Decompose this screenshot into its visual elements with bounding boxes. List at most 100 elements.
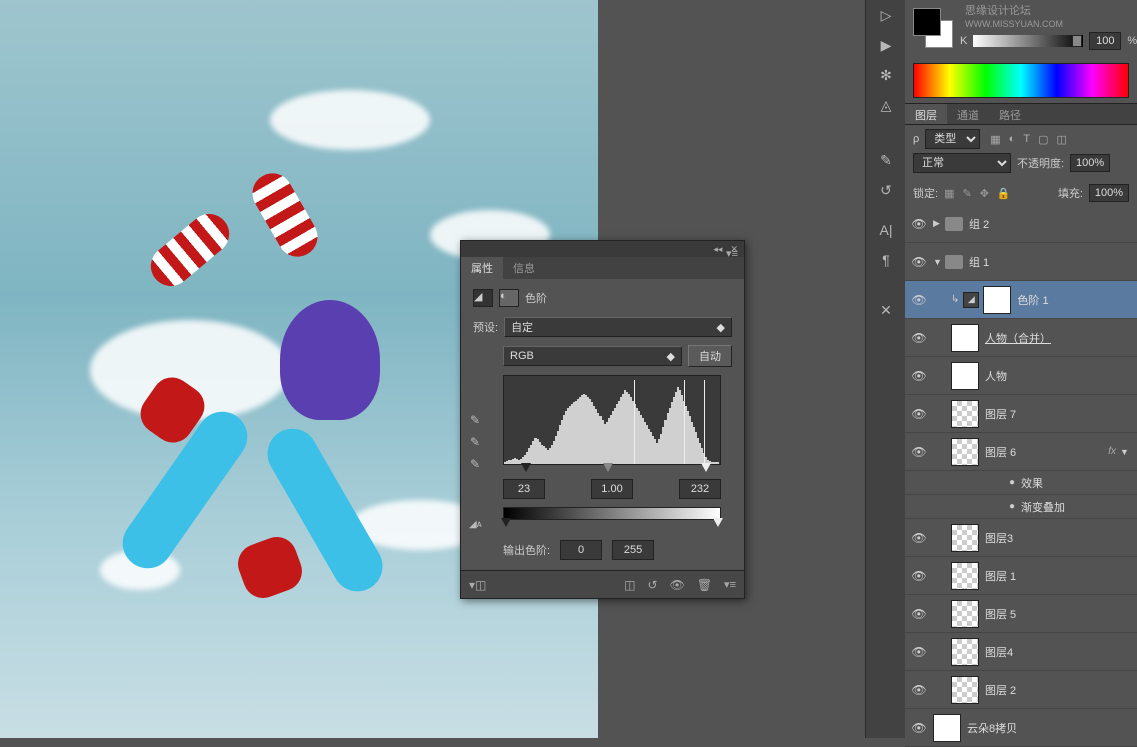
visibility-toggle[interactable]: 👁 xyxy=(905,217,933,231)
visibility-toggle[interactable]: 👁 xyxy=(905,531,933,545)
layer-row[interactable]: 👁 图层 6fx ▼ xyxy=(905,433,1137,471)
reset-icon[interactable]: ↺ xyxy=(648,578,658,592)
dock-icon[interactable]: ◬ xyxy=(866,90,906,120)
eyedropper-white-icon[interactable]: ✎ xyxy=(470,457,486,473)
disclosure-arrow[interactable]: ▼ xyxy=(933,257,945,267)
visibility-toggle[interactable]: 👁 xyxy=(905,255,933,269)
layer-name[interactable]: 图层 1 xyxy=(985,568,1132,584)
mask-thumb[interactable] xyxy=(983,286,1011,314)
layer-row[interactable]: 👁↳◢色阶 1 xyxy=(905,281,1137,319)
footer-menu-icon[interactable]: ▾≡ xyxy=(724,578,736,591)
visibility-toggle[interactable]: 👁 xyxy=(905,645,933,659)
input-highlight[interactable] xyxy=(679,479,721,499)
shadow-slider[interactable] xyxy=(521,463,531,472)
dock-icon[interactable]: A| xyxy=(866,215,906,245)
visibility-toggle[interactable]: 👁 xyxy=(905,407,933,421)
visibility-toggle[interactable]: 👁 xyxy=(905,445,933,459)
filter-type-select[interactable]: 类型 xyxy=(925,129,980,149)
tab-channels[interactable]: 通道 xyxy=(947,104,989,124)
layer-thumb[interactable] xyxy=(951,362,979,390)
dock-icon[interactable]: ¶ xyxy=(866,245,906,275)
visibility-toggle[interactable]: 👁 xyxy=(905,683,933,697)
layer-row[interactable]: 👁 图层 2 xyxy=(905,671,1137,709)
opacity-input[interactable] xyxy=(1070,154,1110,172)
tab-layers[interactable]: 图层 xyxy=(905,104,947,124)
layer-thumb[interactable] xyxy=(951,524,979,552)
lock-all-icon[interactable]: 🔒 xyxy=(997,187,1011,200)
layer-thumb[interactable] xyxy=(951,562,979,590)
filter-shape-icon[interactable]: ▢ xyxy=(1038,133,1048,146)
delete-icon[interactable]: 🗑 xyxy=(697,578,712,592)
layer-thumb[interactable] xyxy=(951,676,979,704)
view-previous-icon[interactable]: ◫ xyxy=(624,578,635,592)
visibility-toggle[interactable]: 👁 xyxy=(905,331,933,345)
layer-name[interactable]: 图层3 xyxy=(985,530,1132,546)
layer-row[interactable]: 👁 人物（合并） xyxy=(905,319,1137,357)
layer-row[interactable]: 👁▼ 组 1 xyxy=(905,243,1137,281)
layer-thumb[interactable] xyxy=(951,638,979,666)
color-spectrum[interactable] xyxy=(913,63,1129,98)
layer-row[interactable]: 👁 图层 1 xyxy=(905,557,1137,595)
output-high[interactable] xyxy=(612,540,654,560)
panel-menu-icon[interactable]: ▾≡ xyxy=(726,247,738,260)
output-black-slider[interactable] xyxy=(501,518,511,527)
visibility-toggle[interactable]: 👁 xyxy=(905,569,933,583)
k-thumb[interactable] xyxy=(1072,35,1082,47)
lock-trans-icon[interactable]: ▦ xyxy=(944,187,954,200)
input-shadow[interactable] xyxy=(503,479,545,499)
output-gradient[interactable] xyxy=(503,507,721,520)
visibility-toggle[interactable]: 👁 xyxy=(905,293,933,307)
layer-name[interactable]: 人物 xyxy=(985,368,1132,384)
filter-adjust-icon[interactable]: ◐ xyxy=(1009,133,1016,146)
eyedropper-gray-icon[interactable]: ✎ xyxy=(470,435,486,451)
collapse-icon[interactable]: ◂◂ xyxy=(713,244,722,255)
visibility-toggle[interactable]: 👁 xyxy=(905,607,933,621)
layer-row[interactable]: 👁图层 7 xyxy=(905,395,1137,433)
eyedropper-black-icon[interactable]: ✎ xyxy=(470,413,486,429)
fx-arrow[interactable]: ▼ xyxy=(1120,447,1132,457)
highlight-slider[interactable] xyxy=(701,463,711,472)
lock-position-icon[interactable]: ✥ xyxy=(980,187,989,200)
layer-row[interactable]: 👁 图层3 xyxy=(905,519,1137,557)
lock-pixel-icon[interactable]: ✎ xyxy=(962,187,971,200)
layer-row[interactable]: 👁 图层4 xyxy=(905,633,1137,671)
foreground-swatch[interactable] xyxy=(913,8,941,36)
histogram[interactable] xyxy=(503,375,721,465)
disclosure-arrow[interactable]: ▶ xyxy=(933,218,945,229)
tab-paths[interactable]: 路径 xyxy=(989,104,1031,124)
k-value-input[interactable] xyxy=(1089,32,1121,50)
layer-name[interactable]: 图层 6 xyxy=(985,444,1108,460)
dock-icon[interactable]: ▶ xyxy=(866,30,906,60)
filter-pixel-icon[interactable]: ▦ xyxy=(990,133,1000,146)
layer-thumb[interactable] xyxy=(951,400,979,428)
layer-name[interactable]: 图层 5 xyxy=(985,606,1132,622)
dock-icon[interactable]: ✎ xyxy=(866,145,906,175)
dock-icon[interactable]: ↺ xyxy=(866,175,906,205)
layer-row[interactable]: 👁 人物 xyxy=(905,357,1137,395)
panel-titlebar[interactable]: ◂◂ ✕ xyxy=(461,241,744,257)
filter-smart-icon[interactable]: ◫ xyxy=(1056,133,1066,146)
visibility-toggle[interactable]: 👁 xyxy=(905,369,933,383)
layer-name[interactable]: 图层4 xyxy=(985,644,1132,660)
visibility-toggle[interactable]: 👁 xyxy=(905,721,933,735)
layer-name[interactable]: 色阶 1 xyxy=(1017,292,1132,308)
layer-name[interactable]: 效果 xyxy=(1021,475,1132,491)
fx-badge[interactable]: fx xyxy=(1108,446,1116,457)
dock-icon[interactable]: ✻ xyxy=(866,60,906,90)
layer-row[interactable]: ●渐变叠加 xyxy=(905,495,1137,519)
layer-thumb[interactable] xyxy=(933,714,961,742)
dock-icon[interactable]: ▷ xyxy=(866,0,906,30)
layer-name[interactable]: 图层 2 xyxy=(985,682,1132,698)
layer-row[interactable]: 👁▶ 组 2 xyxy=(905,205,1137,243)
layer-name[interactable]: 云朵8拷贝 xyxy=(967,720,1132,736)
layer-row[interactable]: 👁 图层 5 xyxy=(905,595,1137,633)
tab-info[interactable]: 信息 xyxy=(503,257,545,279)
layer-name[interactable]: 人物（合并） xyxy=(985,330,1132,346)
layer-name[interactable]: 组 2 xyxy=(969,216,1132,232)
filter-type-icon[interactable]: T xyxy=(1023,133,1030,146)
preset-select[interactable]: 自定◆ xyxy=(504,317,732,337)
layer-row[interactable]: ●效果 xyxy=(905,471,1137,495)
clip-preview-icon[interactable]: ◢ᴀ xyxy=(469,519,487,530)
layer-name[interactable]: 组 1 xyxy=(969,254,1132,270)
layer-row[interactable]: 👁 云朵8拷贝 xyxy=(905,709,1137,747)
